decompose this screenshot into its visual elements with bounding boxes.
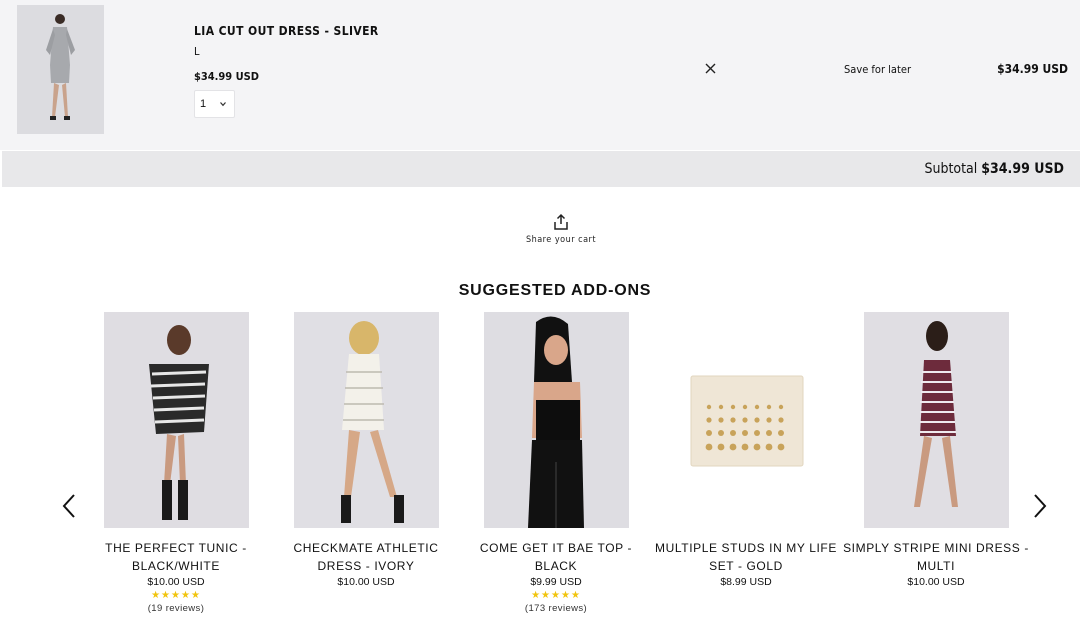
share-cart-button[interactable]: Share your cart bbox=[520, 213, 602, 245]
product-image[interactable] bbox=[863, 312, 1009, 528]
subtotal-value: $34.99 USD bbox=[981, 161, 1064, 177]
product-price: $10.00 USD bbox=[147, 576, 205, 588]
subtotal: Subtotal $34.99 USD bbox=[924, 161, 1064, 177]
model-silhouette bbox=[17, 5, 104, 134]
product-name[interactable]: THE PERFECT TUNIC - BLACK/WHITE bbox=[81, 539, 271, 575]
cart-item-row: LIA CUT OUT DRESS - SLIVER L $34.99 USD … bbox=[0, 0, 1080, 150]
share-cart-label: Share your cart bbox=[525, 235, 597, 245]
product-card[interactable]: MULTIPLE STUDS IN MY LIFE SET - GOLD $8.… bbox=[651, 312, 841, 590]
suggested-addons-title: SUGGESTED ADD-ONS bbox=[458, 282, 652, 299]
cart-item-name[interactable]: LIA CUT OUT DRESS - SLIVER bbox=[194, 24, 379, 38]
quantity-value: 1 bbox=[200, 98, 207, 110]
review-count[interactable]: (19 reviews) bbox=[81, 603, 271, 614]
earring-card-image bbox=[673, 312, 819, 528]
product-card[interactable]: THE PERFECT TUNIC - BLACK/WHITE $10.00 U… bbox=[81, 312, 271, 614]
chevron-down-icon bbox=[220, 102, 226, 107]
star-rating-icon: ★★★★★ bbox=[151, 590, 201, 601]
cart-item-price: $34.99 USD bbox=[194, 70, 260, 83]
product-price: $10.00 USD bbox=[337, 576, 395, 588]
product-price: $8.99 USD bbox=[720, 576, 772, 588]
product-name[interactable]: SIMPLY STRIPE MINI DRESS - MULTI bbox=[841, 539, 1031, 575]
product-card[interactable]: CHECKMATE ATHLETIC DRESS - IVORY $10.00 … bbox=[271, 312, 461, 590]
product-name[interactable]: COME GET IT BAE TOP - BLACK bbox=[461, 539, 651, 575]
model-silhouette bbox=[483, 312, 629, 528]
star-rating-icon: ★★★★★ bbox=[531, 590, 581, 601]
model-silhouette bbox=[863, 312, 1009, 528]
model-silhouette bbox=[103, 312, 249, 528]
share-icon bbox=[554, 213, 568, 230]
product-price: $9.99 USD bbox=[530, 576, 582, 588]
save-for-later-link[interactable]: Save for later bbox=[844, 63, 911, 76]
cart-item-size: L bbox=[194, 45, 200, 58]
cart-item-line-total: $34.99 USD bbox=[997, 62, 1068, 76]
quantity-select[interactable]: 1 bbox=[194, 90, 235, 118]
product-name[interactable]: CHECKMATE ATHLETIC DRESS - IVORY bbox=[271, 539, 461, 575]
subtotal-bar: Subtotal $34.99 USD bbox=[2, 151, 1080, 187]
close-icon[interactable] bbox=[703, 61, 718, 76]
subtotal-label: Subtotal bbox=[924, 161, 978, 177]
cart-item-image[interactable] bbox=[17, 5, 104, 134]
product-image[interactable] bbox=[103, 312, 249, 528]
product-name[interactable]: MULTIPLE STUDS IN MY LIFE SET - GOLD bbox=[651, 539, 841, 575]
product-image[interactable] bbox=[483, 312, 629, 528]
review-count[interactable]: (173 reviews) bbox=[461, 603, 651, 614]
product-card[interactable]: COME GET IT BAE TOP - BLACK $9.99 USD ★★… bbox=[461, 312, 651, 614]
product-card[interactable]: SIMPLY STRIPE MINI DRESS - MULTI $10.00 … bbox=[841, 312, 1031, 590]
carousel-prev-arrow-icon[interactable] bbox=[60, 492, 78, 520]
carousel-next-arrow-icon[interactable] bbox=[1031, 492, 1049, 520]
product-image[interactable] bbox=[293, 312, 439, 528]
product-image[interactable] bbox=[673, 312, 819, 528]
product-price: $10.00 USD bbox=[907, 576, 965, 588]
model-silhouette bbox=[293, 312, 439, 528]
